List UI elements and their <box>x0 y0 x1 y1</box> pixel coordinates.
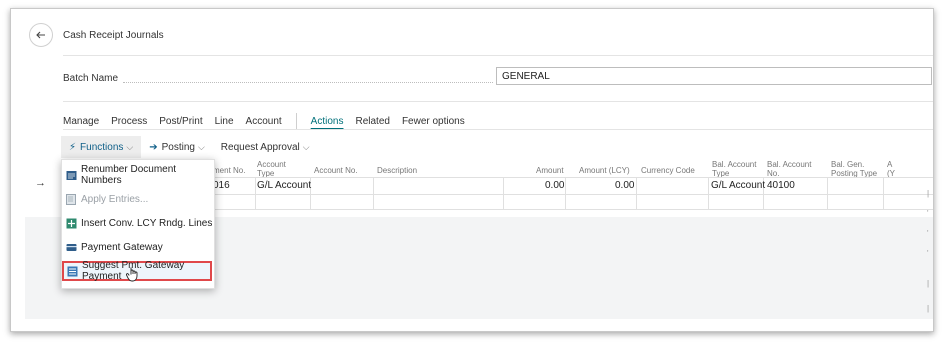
tab-manage[interactable]: Manage <box>63 116 99 127</box>
col-document-no[interactable]: ment No. <box>213 166 245 175</box>
journal-window: Cash Receipt Journals Batch Name GENERAL… <box>10 8 934 332</box>
cell-document-no[interactable]: 016 <box>213 180 230 191</box>
cell-border <box>565 177 566 209</box>
leader-dots <box>123 76 493 83</box>
tab-process[interactable]: Process <box>111 116 147 127</box>
chevron-down-icon: ⌵ <box>302 141 310 152</box>
actions-toolbar: ⚡ Functions ⌵ ➔ Posting ⌵ Request Approv… <box>61 135 318 159</box>
arrow-left-icon <box>36 31 45 39</box>
menu-item-apply-entries[interactable]: Apply Entries... <box>66 189 148 209</box>
tab-post-print[interactable]: Post/Print <box>159 116 202 127</box>
functions-button[interactable]: ⚡ Functions ⌵ <box>61 136 142 158</box>
cell-bal-account-no[interactable]: 40100 <box>767 180 795 191</box>
divider <box>63 101 933 102</box>
chevron-down-icon: ⌵ <box>197 141 205 152</box>
col-bal-account-no-line1: Bal. Account <box>767 160 812 169</box>
row-selector-arrow-icon[interactable]: → <box>35 177 46 189</box>
col-extra-line1: A <box>887 160 893 169</box>
menu-item-renumber[interactable]: Renumber Document Numbers <box>66 164 214 186</box>
divider <box>63 55 933 56</box>
action-tabs: Manage Process Post/Print Line Account A… <box>63 113 477 129</box>
menu-item-label: Suggest Pmt. Gateway Payment <box>82 260 185 282</box>
separator <box>295 113 297 129</box>
scroll-mark: | <box>927 304 930 313</box>
col-currency-code[interactable]: Currency Code <box>641 166 695 175</box>
scroll-mark: ' <box>927 229 929 238</box>
row-border <box>205 194 933 195</box>
chevron-down-icon: ⌵ <box>126 141 134 152</box>
row-border <box>205 177 933 178</box>
posting-button[interactable]: ➔ Posting ⌵ <box>141 136 213 158</box>
tab-line[interactable]: Line <box>215 116 234 127</box>
menu-item-label: Payment Gateway <box>81 241 163 253</box>
tab-fewer-options[interactable]: Fewer options <box>402 116 465 127</box>
cell-border <box>503 177 504 209</box>
cell-border <box>373 177 374 209</box>
tab-account[interactable]: Account <box>246 116 282 127</box>
hand-cursor-icon <box>126 266 140 287</box>
payment-card-icon <box>66 242 77 253</box>
divider <box>63 129 933 130</box>
col-amount[interactable]: Amount <box>536 166 564 175</box>
cell-bal-account-type[interactable]: G/L Account <box>711 180 765 191</box>
batch-name-label: Batch Name <box>63 73 119 84</box>
request-approval-label: Request Approval <box>220 141 300 153</box>
cell-border <box>708 177 709 209</box>
cell-border <box>255 177 256 209</box>
menu-item-label: Insert Conv. LCY Rndg. Lines <box>81 217 213 229</box>
insert-lines-icon <box>66 218 77 229</box>
back-button[interactable] <box>29 23 53 47</box>
cell-border <box>636 177 637 209</box>
scroll-mark: ' <box>927 209 929 218</box>
col-description[interactable]: Description <box>377 166 417 175</box>
menu-item-insert-conv-lcy[interactable]: Insert Conv. LCY Rndg. Lines <box>66 213 212 233</box>
posting-label: Posting <box>161 141 195 153</box>
cell-account-type[interactable]: G/L Account <box>257 180 311 191</box>
renumber-icon <box>66 170 77 181</box>
cell-border <box>827 177 828 209</box>
tab-actions[interactable]: Actions <box>311 116 344 127</box>
cell-amount[interactable]: 0.00 <box>545 180 564 191</box>
lightning-icon: ⚡ <box>69 141 77 153</box>
menu-item-label: Apply Entries... <box>81 193 149 205</box>
scroll-mark: | <box>927 279 930 288</box>
scroll-mark: | <box>927 189 930 198</box>
row-border <box>205 209 933 210</box>
col-bal-gen-posting-type[interactable]: Bal. Gen. Posting Type <box>831 160 877 178</box>
posting-icon: ➔ <box>149 141 158 153</box>
col-bal-gen-posting-type-line1: Bal. Gen. <box>831 160 865 169</box>
functions-label: Functions <box>80 141 124 153</box>
col-account-no[interactable]: Account No. <box>314 166 358 175</box>
col-account-type[interactable]: Account Type <box>257 160 286 178</box>
col-amount-lcy[interactable]: Amount (LCY) <box>579 166 630 175</box>
page-title: Cash Receipt Journals <box>63 30 164 41</box>
col-bal-account-type[interactable]: Bal. Account Type <box>712 160 756 178</box>
col-bal-account-type-line1: Bal. Account <box>712 160 757 169</box>
cell-amount-lcy[interactable]: 0.00 <box>615 180 634 191</box>
apply-entries-icon <box>66 193 77 205</box>
col-account-type-line1: Account <box>257 160 286 169</box>
menu-item-label: Renumber Document Numbers <box>81 164 177 186</box>
menu-item-payment-gateway[interactable]: Payment Gateway <box>66 237 163 257</box>
cell-border <box>883 177 884 209</box>
col-extra[interactable]: A (Y <box>887 160 895 178</box>
batch-name-field[interactable]: GENERAL <box>496 67 932 85</box>
scroll-mark: ' <box>927 249 929 258</box>
request-approval-button[interactable]: Request Approval ⌵ <box>213 136 318 158</box>
col-bal-account-no[interactable]: Bal. Account No. <box>767 160 811 178</box>
suggest-payment-icon <box>67 266 78 277</box>
tab-related[interactable]: Related <box>355 116 389 127</box>
